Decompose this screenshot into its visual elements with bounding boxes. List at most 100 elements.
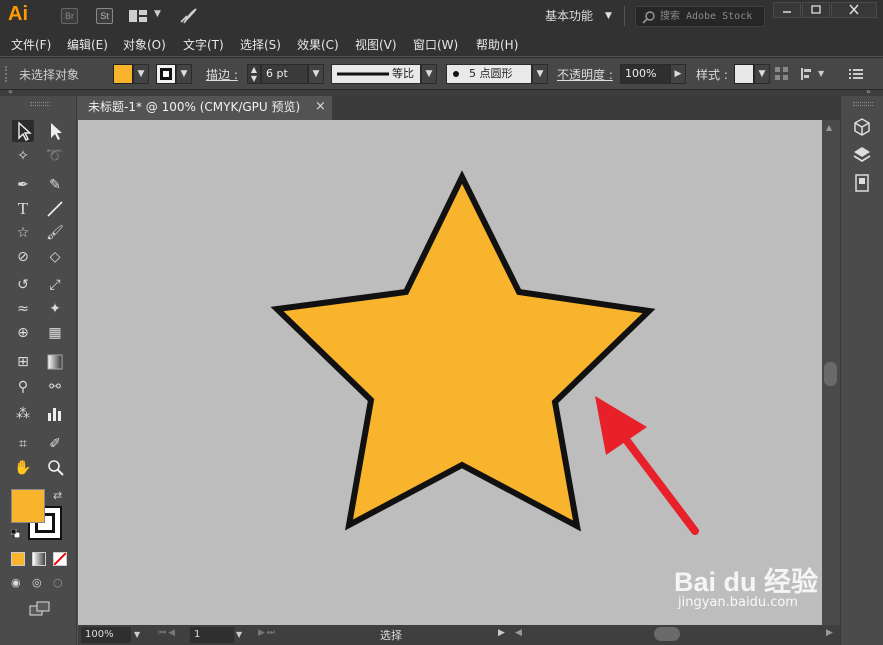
eraser-tool-icon[interactable]: ◇ xyxy=(44,246,66,268)
stroke-label[interactable]: 描边 : xyxy=(206,66,238,83)
pen-tool-icon[interactable]: ✒ xyxy=(12,174,34,196)
fill-swatch[interactable] xyxy=(113,64,133,84)
opacity-label[interactable]: 不透明度 : xyxy=(557,66,613,83)
artboard-dropdown-arrow[interactable]: ▼ xyxy=(236,630,242,639)
close-tab-icon[interactable]: × xyxy=(315,96,326,118)
menu-window[interactable]: 窗口(W) xyxy=(413,36,458,53)
artboard-canvas[interactable]: Bai du 经验 jingyan.baidu.com xyxy=(78,120,822,625)
artboard-tool-icon[interactable]: ⌗ xyxy=(12,433,34,455)
mesh-tool-icon[interactable]: ⊞ xyxy=(12,351,34,373)
menu-effect[interactable]: 效果(C) xyxy=(297,36,339,53)
collapse-panel-icon[interactable]: » xyxy=(866,87,871,96)
opacity-input[interactable]: 100% xyxy=(620,64,670,84)
arrange-documents-icon[interactable] xyxy=(128,9,152,23)
grip-handle[interactable] xyxy=(30,102,50,106)
menu-help[interactable]: 帮助(H) xyxy=(476,36,518,53)
vertical-scroll-thumb[interactable] xyxy=(824,362,837,386)
collapse-panel-icon[interactable]: « xyxy=(8,87,13,96)
line-tool-icon[interactable] xyxy=(44,198,66,220)
align-icon[interactable] xyxy=(800,67,816,81)
default-colors-icon[interactable] xyxy=(10,527,21,539)
draw-behind-icon[interactable]: ◎ xyxy=(32,576,48,590)
artboard-nav-next-last[interactable]: ▶⏭ xyxy=(258,628,277,638)
stock-button[interactable]: St xyxy=(96,8,113,24)
vertical-scrollbar[interactable]: ▲ xyxy=(822,120,840,625)
grip-handle[interactable] xyxy=(853,102,873,106)
stroke-weight-input[interactable]: 6 pt xyxy=(261,64,308,84)
zoom-level-input[interactable]: 100% xyxy=(81,627,131,643)
swap-fill-stroke-icon[interactable]: ⇄ xyxy=(53,489,62,502)
variable-width-profile[interactable]: 等比 xyxy=(331,64,421,84)
recolor-artwork-icon[interactable] xyxy=(775,67,789,81)
workspace-switcher[interactable]: 基本功能 ▼ xyxy=(537,5,617,27)
curvature-tool-icon[interactable]: ✎ xyxy=(44,174,66,196)
rotate-tool-icon[interactable]: ↺ xyxy=(12,274,34,296)
direct-selection-tool-icon[interactable] xyxy=(44,120,66,142)
puppet-warp-tool-icon[interactable]: ✦ xyxy=(44,298,66,320)
menu-select[interactable]: 选择(S) xyxy=(240,36,281,53)
gradient-tool-icon[interactable] xyxy=(44,351,66,373)
minimize-button[interactable] xyxy=(773,2,801,18)
chevron-down-icon[interactable]: ▼ xyxy=(154,9,161,19)
magic-wand-tool-icon[interactable]: ✧ xyxy=(12,145,34,167)
profile-dropdown-arrow[interactable]: ▼ xyxy=(421,64,437,84)
brush-definition[interactable]: 5 点圆形 xyxy=(446,64,532,84)
menu-type[interactable]: 文字(T) xyxy=(183,36,224,53)
rocket-icon[interactable] xyxy=(178,7,198,25)
artboard-nav-first-prev[interactable]: ⏮◀ xyxy=(158,628,177,638)
zoom-tool-icon[interactable] xyxy=(44,457,66,479)
libraries-panel-icon[interactable] xyxy=(851,116,873,138)
fill-dropdown-arrow[interactable]: ▼ xyxy=(133,64,149,84)
horizontal-scroll-thumb[interactable] xyxy=(654,627,680,641)
symbol-sprayer-tool-icon[interactable]: ⁂ xyxy=(12,403,34,425)
draw-inside-icon[interactable]: ○ xyxy=(53,576,69,590)
blend-tool-icon[interactable]: ⚯ xyxy=(44,376,66,398)
color-mode-icon[interactable] xyxy=(11,552,25,566)
type-tool-icon[interactable]: T xyxy=(12,198,34,220)
chevron-down-icon[interactable]: ▼ xyxy=(818,69,824,78)
grip-handle[interactable] xyxy=(5,66,9,82)
search-stock-input[interactable]: 搜索 Adobe Stock xyxy=(635,6,765,27)
style-dropdown-arrow[interactable]: ▼ xyxy=(754,64,770,84)
gradient-mode-icon[interactable] xyxy=(32,552,46,566)
brush-dropdown-arrow[interactable]: ▼ xyxy=(532,64,548,84)
menu-file[interactable]: 文件(F) xyxy=(11,36,51,53)
bridge-button[interactable]: Br xyxy=(61,8,78,24)
perspective-grid-tool-icon[interactable]: ▦ xyxy=(44,322,66,344)
stroke-weight-dropdown-arrow[interactable]: ▼ xyxy=(308,64,324,84)
menu-object[interactable]: 对象(O) xyxy=(123,36,166,53)
shape-builder-tool-icon[interactable]: ⊕ xyxy=(12,322,34,344)
layers-panel-icon[interactable] xyxy=(851,144,873,166)
close-window-button[interactable] xyxy=(831,2,877,18)
eyedropper-tool-icon[interactable]: ⚲ xyxy=(12,376,34,398)
menu-edit[interactable]: 编辑(E) xyxy=(67,36,108,53)
scale-tool-icon[interactable]: ⤢ xyxy=(44,274,66,296)
maximize-button[interactable] xyxy=(802,2,830,18)
menu-view[interactable]: 视图(V) xyxy=(355,36,397,53)
zoom-dropdown-arrow[interactable]: ▼ xyxy=(134,630,140,639)
asset-export-panel-icon[interactable] xyxy=(851,172,873,194)
shaper-tool-icon[interactable]: ⊘ xyxy=(12,246,34,268)
scroll-right-icon[interactable]: ▶ xyxy=(826,628,833,638)
graph-tool-icon[interactable] xyxy=(44,403,66,425)
screen-mode-icon[interactable] xyxy=(29,601,51,617)
scroll-left-icon[interactable]: ◀ xyxy=(515,628,522,638)
panel-menu-icon[interactable] xyxy=(849,68,863,80)
none-mode-icon[interactable] xyxy=(53,552,67,566)
width-tool-icon[interactable]: ≈ xyxy=(12,298,34,320)
artboard-number-input[interactable]: 1 xyxy=(190,627,234,643)
star-tool-icon[interactable]: ☆ xyxy=(12,222,34,244)
paintbrush-tool-icon[interactable]: 🖌 xyxy=(44,222,66,244)
lasso-tool-icon[interactable]: ➰ xyxy=(44,145,66,167)
fill-color-box[interactable] xyxy=(11,489,45,523)
stroke-weight-stepper[interactable]: ▲ ▼ xyxy=(247,64,261,84)
stroke-swatch[interactable] xyxy=(156,64,176,84)
hand-tool-icon[interactable]: ✋ xyxy=(12,457,34,479)
draw-normal-icon[interactable]: ◉ xyxy=(11,576,27,590)
selection-tool-icon[interactable] xyxy=(12,120,34,142)
opacity-arrow[interactable]: ▶ xyxy=(670,64,686,84)
slice-tool-icon[interactable]: ✐ xyxy=(44,433,66,455)
status-menu-arrow[interactable]: ▶ xyxy=(498,628,505,638)
stroke-dropdown-arrow[interactable]: ▼ xyxy=(176,64,192,84)
scroll-up-icon[interactable]: ▲ xyxy=(826,123,832,132)
